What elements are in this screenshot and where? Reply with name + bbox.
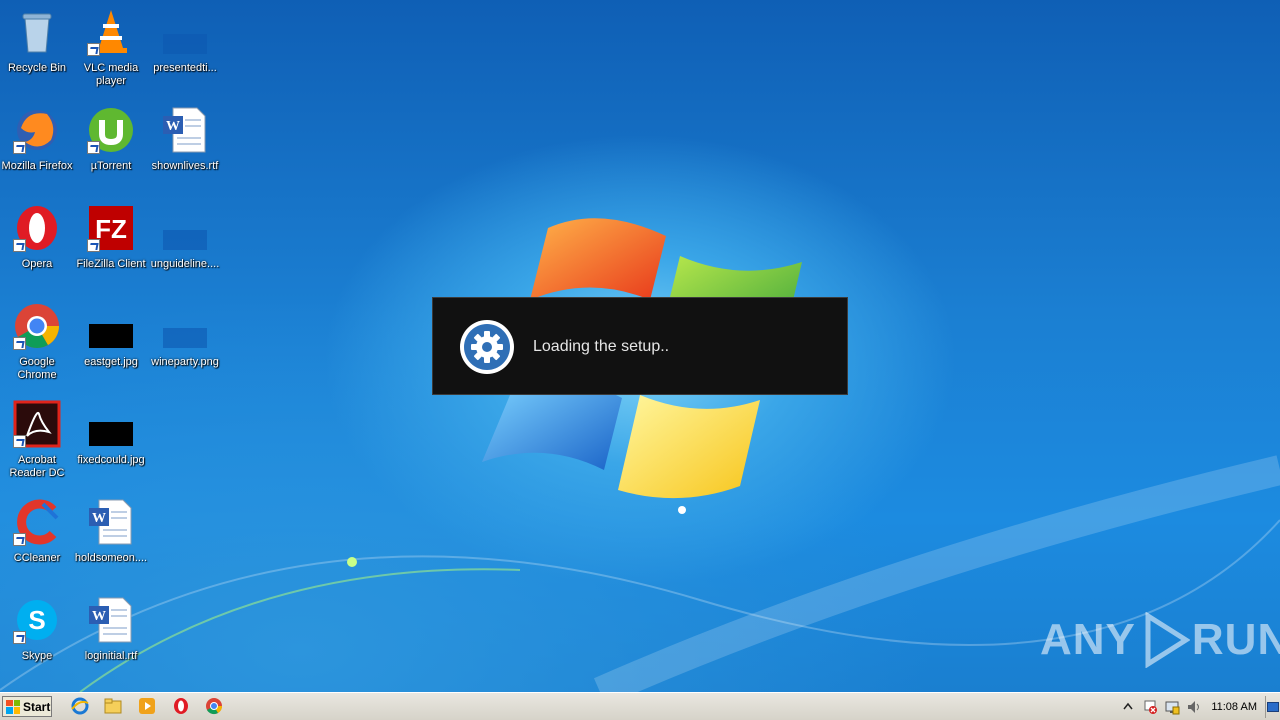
desktop-icon-label: wineparty.png xyxy=(151,356,219,368)
clock[interactable]: 11:08 AM xyxy=(1211,701,1257,713)
desktop-icon-label: Acrobat Reader DC xyxy=(9,454,65,479)
desktop-icon-filezilla[interactable]: FZ FileZilla Client xyxy=(74,202,148,290)
shortcut-arrow-icon xyxy=(13,239,26,252)
explorer-folder-icon[interactable] xyxy=(104,697,122,715)
watermark-text-left: ANY xyxy=(1040,615,1136,664)
desktop-icon-label: CCleaner xyxy=(13,552,61,564)
acrobat-icon xyxy=(13,400,61,448)
skype-icon: S xyxy=(13,596,61,644)
shortcut-arrow-icon xyxy=(13,631,26,644)
desktop-icon-label: Skype xyxy=(21,650,53,662)
vlc-icon xyxy=(87,8,135,56)
desktop-icon-label: fixedcould.jpg xyxy=(77,454,145,466)
taskbar: Start 11:08 AM xyxy=(0,692,1280,720)
desktop-icon-label: unguideline.... xyxy=(150,258,220,270)
desktop-icon-label: FileZilla Client xyxy=(76,258,146,270)
internet-explorer-icon[interactable] xyxy=(71,697,89,715)
blank-file-icon xyxy=(161,8,209,56)
shortcut-arrow-icon xyxy=(13,141,26,154)
desktop-icon-presentedti[interactable]: presentedti... xyxy=(148,6,222,94)
network-icon[interactable] xyxy=(1164,699,1180,715)
watermark-text-right: RUN xyxy=(1191,615,1280,664)
loading-setup-dialog: Loading the setup.. xyxy=(432,297,848,395)
gear-icon xyxy=(459,319,515,375)
shortcut-arrow-icon xyxy=(87,141,100,154)
desktop-icon-label: Mozilla Firefox xyxy=(1,160,73,172)
word-document-icon: W xyxy=(87,596,135,644)
desktop-icon-label: shownlives.rtf xyxy=(151,160,219,172)
chrome-icon xyxy=(13,302,61,350)
desktop-icon-ccleaner[interactable]: CCleaner xyxy=(0,496,74,584)
blank-file-icon xyxy=(161,204,209,252)
show-hidden-icons-arrow[interactable] xyxy=(1120,699,1136,715)
desktop-icon-utorrent[interactable]: µTorrent xyxy=(74,104,148,192)
start-label: Start xyxy=(23,699,51,714)
desktop-icon-skype[interactable]: S Skype xyxy=(0,594,74,682)
opera-icon[interactable] xyxy=(172,697,190,715)
shortcut-arrow-icon xyxy=(13,435,26,448)
shortcut-arrow-icon xyxy=(87,43,100,56)
shortcut-arrow-icon xyxy=(13,337,26,350)
ccleaner-icon xyxy=(13,498,61,546)
volume-icon[interactable] xyxy=(1186,699,1202,715)
svg-text:W: W xyxy=(166,119,180,134)
desktop-icon-fixedcould[interactable]: fixedcould.jpg xyxy=(74,398,148,486)
show-desktop-button[interactable] xyxy=(1265,696,1280,718)
opera-icon xyxy=(13,204,61,252)
system-tray: 11:08 AM xyxy=(1117,695,1280,719)
desktop-icon-label: eastget.jpg xyxy=(84,356,138,368)
desktop-icon-acrobat[interactable]: Acrobat Reader DC xyxy=(0,398,74,486)
desktop-icon-label: presentedti... xyxy=(153,62,217,74)
desktop-icon-opera[interactable]: Opera xyxy=(0,202,74,290)
word-document-icon: W xyxy=(87,498,135,546)
desktop-icon-label: Recycle Bin xyxy=(7,62,67,74)
recycle-bin-icon xyxy=(13,8,61,56)
word-document-icon: W xyxy=(161,106,209,154)
firefox-icon xyxy=(13,106,61,154)
desktop-icon-label: Opera xyxy=(21,258,53,270)
desktop-icon-unguideline[interactable]: unguideline.... xyxy=(148,202,222,290)
desktop-icon-label: holdsomeon.... xyxy=(74,552,148,564)
desktop: Recycle Bin Mozilla Firefox Opera Google… xyxy=(0,0,1280,692)
desktop-icon-label: VLC media player xyxy=(83,62,139,87)
desktop-icon-recycle-bin[interactable]: Recycle Bin xyxy=(0,6,74,94)
desktop-icon-label: µTorrent xyxy=(90,160,132,172)
watermark-play-icon xyxy=(1145,612,1190,668)
show-desktop-icon xyxy=(1267,702,1279,712)
desktop-icon-shownlives[interactable]: W shownlives.rtf xyxy=(148,104,222,192)
image-file-icon xyxy=(87,302,135,350)
desktop-icon-chrome[interactable]: Google Chrome xyxy=(0,300,74,388)
windows-logo-icon xyxy=(6,699,20,714)
loading-message: Loading the setup.. xyxy=(533,338,670,355)
utorrent-icon xyxy=(87,106,135,154)
desktop-icon-firefox[interactable]: Mozilla Firefox xyxy=(0,104,74,192)
desktop-icon-label: Google Chrome xyxy=(17,356,57,381)
desktop-icon-loginitial[interactable]: W loginitial.rtf xyxy=(74,594,148,682)
anyrun-watermark: ANY RUN xyxy=(1040,612,1280,668)
image-file-icon xyxy=(87,400,135,448)
start-button[interactable]: Start xyxy=(2,696,52,717)
svg-text:W: W xyxy=(92,511,106,526)
desktop-icon-vlc[interactable]: VLC media player xyxy=(74,6,148,94)
blank-file-icon xyxy=(161,302,209,350)
svg-text:W: W xyxy=(92,609,106,624)
desktop-icon-holdsomeon[interactable]: W holdsomeon.... xyxy=(74,496,148,584)
action-center-flag-icon[interactable] xyxy=(1142,699,1158,715)
filezilla-icon: FZ xyxy=(87,204,135,252)
shortcut-arrow-icon xyxy=(87,239,100,252)
shortcut-arrow-icon xyxy=(13,533,26,546)
chrome-icon[interactable] xyxy=(205,697,223,715)
media-player-icon[interactable] xyxy=(138,697,156,715)
desktop-icon-eastget[interactable]: eastget.jpg xyxy=(74,300,148,388)
desktop-icon-wineparty[interactable]: wineparty.png xyxy=(148,300,222,388)
desktop-icon-label: loginitial.rtf xyxy=(84,650,138,662)
svg-text:S: S xyxy=(28,605,45,635)
